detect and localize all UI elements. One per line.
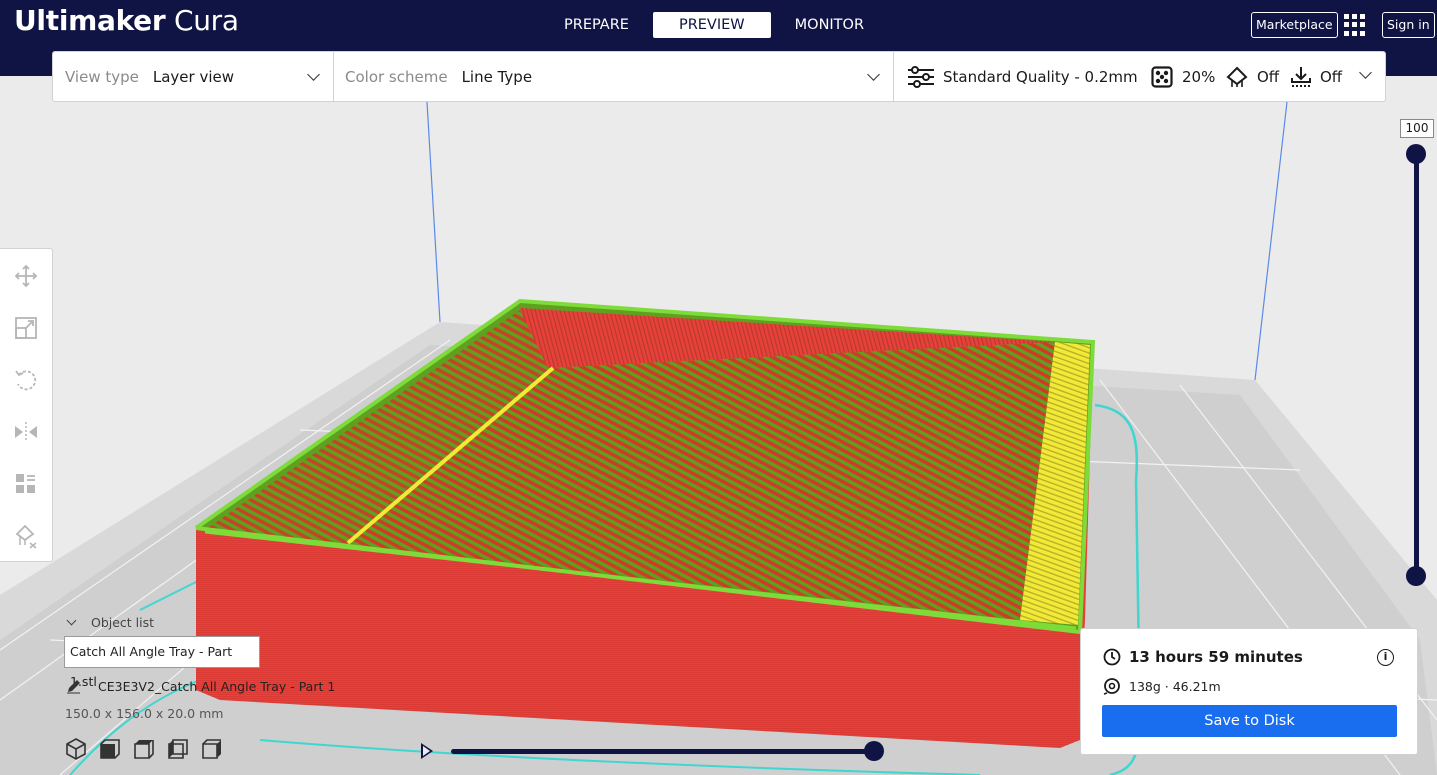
current-layer-field[interactable]: 100 [1400, 119, 1434, 138]
tab-monitor[interactable]: MONITOR [771, 12, 888, 38]
chevron-down-icon[interactable] [1359, 66, 1372, 79]
adhesion-value: Off [1320, 68, 1343, 86]
pencil-icon[interactable] [66, 678, 82, 694]
object-list-toggle[interactable]: Object list [64, 615, 154, 630]
tool-panel [0, 248, 53, 562]
model-dimensions: 150.0 x 156.0 x 20.0 mm [65, 706, 224, 721]
support-blocker-icon[interactable] [13, 523, 39, 549]
job-name: CE3E3V2_Catch All Angle Tray - Part 1 [98, 678, 336, 694]
color-scheme-selector[interactable]: Color scheme Line Type [345, 52, 893, 101]
stage-tabs: PREPARE PREVIEW MONITOR [540, 12, 888, 38]
view-type-value: Layer view [152, 67, 235, 86]
rotate-icon[interactable] [13, 367, 39, 393]
clock-icon [1103, 648, 1121, 666]
save-to-disk-button[interactable]: Save to Disk [1102, 705, 1397, 737]
object-list-label: Object list [91, 615, 155, 630]
infill-setting[interactable]: 20% [1151, 65, 1215, 89]
support-setting[interactable]: Off [1225, 65, 1279, 89]
info-icon[interactable]: i [1377, 649, 1394, 666]
sign-in-button[interactable]: Sign in [1382, 12, 1435, 38]
tab-preview[interactable]: PREVIEW [652, 12, 771, 38]
toolbar-divider [893, 52, 894, 101]
material-usage: 138g · 46.21m [1129, 678, 1221, 694]
tab-prepare[interactable]: PREPARE [540, 12, 653, 38]
color-scheme-label: Color scheme [345, 67, 448, 86]
infill-value: 20% [1182, 68, 1216, 86]
app-title-light: Cura [173, 4, 239, 37]
camera-view-buttons [64, 737, 224, 761]
simulation-slider-track[interactable] [451, 749, 871, 754]
marketplace-button[interactable]: Marketplace [1251, 12, 1338, 38]
print-time-row: 13 hours 59 minutes [1103, 648, 1303, 666]
right-view-icon[interactable] [200, 737, 224, 761]
left-view-icon[interactable] [166, 737, 190, 761]
job-name-row[interactable]: CE3E3V2_Catch All Angle Tray - Part 1 [66, 678, 335, 694]
3d-view-icon[interactable] [64, 737, 88, 761]
color-scheme-value: Line Type [461, 67, 533, 86]
top-view-icon[interactable] [132, 737, 156, 761]
support-value: Off [1257, 68, 1280, 86]
settings-toolbar: View type Layer view Color scheme Line T… [52, 51, 1386, 102]
view-type-selector[interactable]: View type Layer view [65, 52, 333, 101]
front-view-icon[interactable] [98, 737, 122, 761]
adhesion-setting[interactable]: Off [1290, 65, 1342, 89]
toolbar-divider [333, 52, 334, 101]
adhesion-icon [1291, 67, 1311, 87]
scale-icon[interactable] [13, 315, 39, 341]
apps-grid-icon[interactable] [1344, 14, 1366, 36]
sliders-icon [908, 66, 934, 88]
object-tooltip: Catch All Angle Tray - Part 1.stl [64, 636, 260, 689]
print-time: 13 hours 59 minutes [1129, 648, 1303, 666]
support-icon [1226, 66, 1248, 87]
app-title: Ultimaker Cura [14, 4, 239, 37]
app-title-bold: Ultimaker [14, 4, 166, 37]
spool-icon [1103, 678, 1120, 695]
quality-profile: Standard Quality - 0.2mm [943, 68, 1138, 86]
material-row: 138g · 46.21m [1103, 677, 1221, 695]
simulation-slider-handle[interactable] [864, 741, 884, 761]
layer-slider-lower-handle[interactable] [1406, 566, 1426, 586]
infill-icon [1151, 66, 1173, 88]
mirror-icon[interactable] [13, 419, 39, 445]
per-model-settings-icon[interactable] [13, 471, 39, 497]
chevron-down-icon [66, 615, 77, 626]
move-icon[interactable] [13, 263, 39, 289]
view-type-label: View type [65, 67, 139, 86]
print-settings-button[interactable]: Standard Quality - 0.2mm [907, 65, 1138, 89]
layer-slider-upper-handle[interactable] [1406, 144, 1426, 164]
layer-slider-track[interactable] [1414, 154, 1419, 576]
play-simulation-button[interactable] [421, 743, 433, 759]
print-info-panel: 13 hours 59 minutes i 138g · 46.21m Save… [1080, 628, 1418, 755]
